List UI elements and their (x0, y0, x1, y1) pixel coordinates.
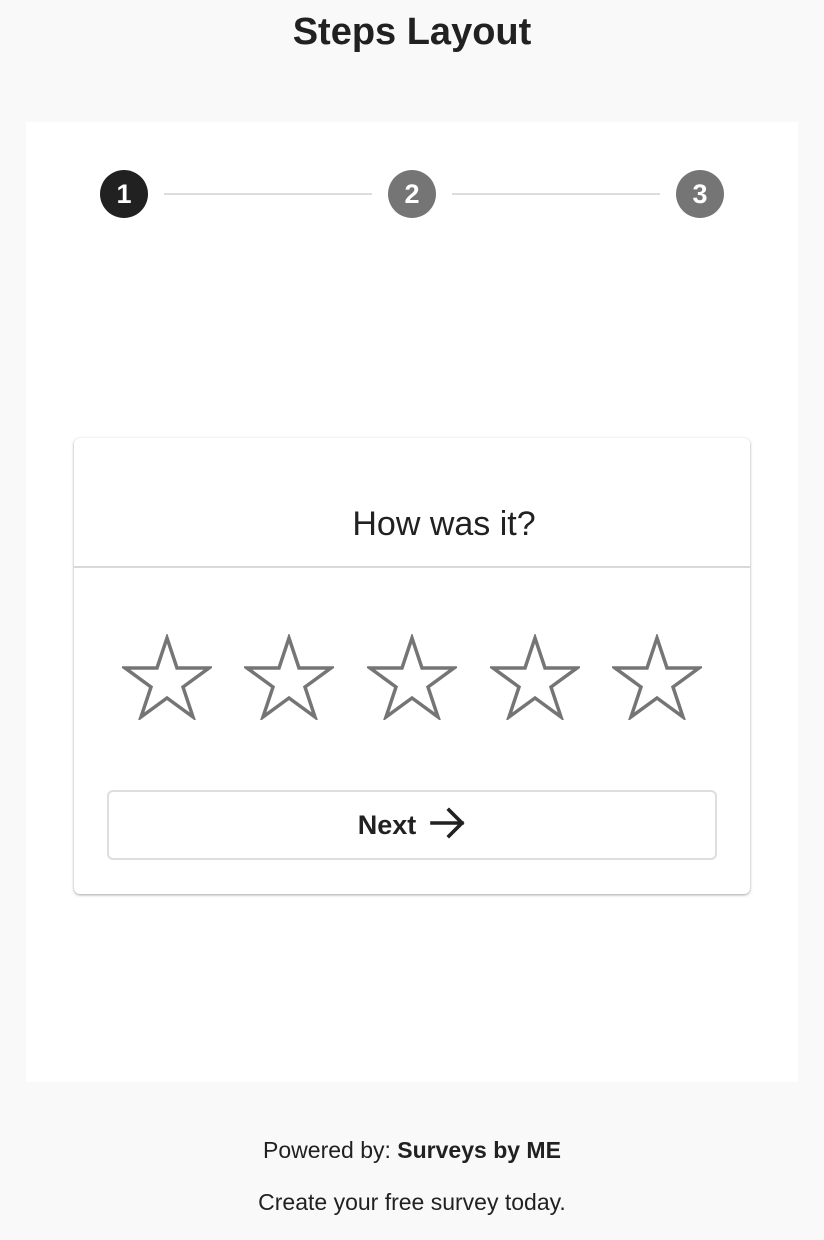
step-2[interactable]: 2 (388, 170, 436, 218)
question-title: How was it? (352, 505, 536, 543)
step-connector (164, 193, 372, 195)
next-button-label: Next (357, 809, 417, 840)
footer-tagline: Create your free survey today. (258, 1189, 566, 1215)
star-2-icon[interactable] (244, 634, 334, 720)
page-title: Steps Layout (292, 11, 532, 53)
question-card: How was it? Next (74, 438, 750, 894)
star-1-icon[interactable] (122, 634, 212, 720)
powered-by-brand-link[interactable]: Surveys by ME (397, 1137, 561, 1163)
star-4-icon[interactable] (490, 634, 580, 720)
stepper: 1 2 3 (100, 170, 724, 218)
powered-by: Powered by: Surveys by ME (0, 1134, 824, 1166)
step-3[interactable]: 3 (676, 170, 724, 218)
divider (74, 566, 750, 568)
step-1[interactable]: 1 (100, 170, 148, 218)
star-rating (122, 634, 702, 720)
next-button[interactable]: Next (107, 790, 717, 860)
arrow-right-icon (430, 806, 466, 844)
powered-by-prefix: Powered by: (263, 1137, 391, 1163)
step-connector (452, 193, 660, 195)
star-3-icon[interactable] (367, 634, 457, 720)
survey-panel: 1 2 3 How was it? Next (26, 122, 798, 1082)
star-5-icon[interactable] (612, 634, 702, 720)
